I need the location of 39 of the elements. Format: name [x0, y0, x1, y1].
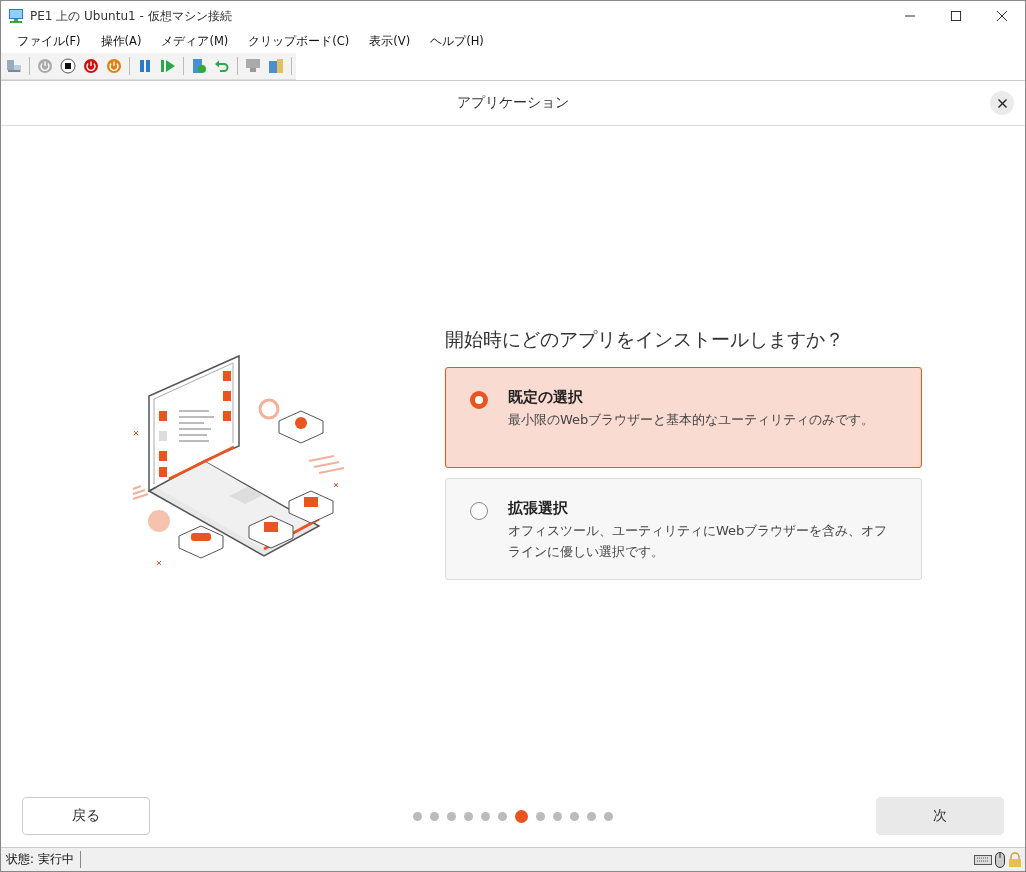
- mouse-icon: [995, 851, 1005, 868]
- computer-icon[interactable]: [6, 58, 22, 74]
- option-card[interactable]: 拡張選択 オフィスツール、ユーティリティにWebブラウザーを含み、オフラインに優しい選択です。: [445, 478, 922, 580]
- radio-button[interactable]: [470, 502, 488, 520]
- option-card[interactable]: 既定の選択 最小限のWebブラウザーと基本的なユーティリティのみです。: [445, 367, 922, 468]
- menu-item[interactable]: ヘルプ(H): [423, 33, 491, 49]
- lock-icon: [1008, 851, 1022, 868]
- dialog-title: アプリケーション: [457, 94, 569, 112]
- stop-icon[interactable]: [60, 58, 76, 74]
- power-icon[interactable]: [37, 58, 53, 74]
- back-button[interactable]: 戻る: [22, 797, 150, 835]
- option-description: 最小限のWebブラウザーと基本的なユーティリティのみです。: [508, 411, 876, 429]
- status-text: 状態: 実行中: [1, 851, 81, 868]
- question-heading: 開始時にどのアプリをインストールしますか？: [445, 327, 845, 352]
- monitor-icon[interactable]: [245, 58, 261, 74]
- menu-item[interactable]: ファイル(F): [10, 33, 88, 49]
- menu-item[interactable]: 表示(V): [362, 33, 418, 49]
- maximize-icon: [951, 11, 961, 21]
- window-title: PE1 上の Ubuntu1 - 仮想マシン接続: [30, 7, 233, 25]
- menu-item[interactable]: メディア(M): [154, 33, 236, 49]
- play-icon[interactable]: [160, 58, 176, 74]
- computer-icon: [8, 8, 24, 24]
- option-title: 既定の選択: [508, 388, 584, 407]
- close-icon: [997, 98, 1007, 108]
- menu-item[interactable]: 操作(A): [93, 33, 149, 49]
- power-icon[interactable]: [83, 58, 99, 74]
- power-icon[interactable]: [106, 58, 122, 74]
- close-icon: [997, 11, 1007, 21]
- keyboard-icon: [974, 854, 992, 865]
- pause-icon[interactable]: [137, 58, 153, 74]
- close-button[interactable]: [990, 91, 1014, 115]
- next-button[interactable]: 次: [876, 797, 1004, 835]
- menu-item[interactable]: クリップボード(C): [241, 33, 357, 49]
- document-icon[interactable]: [191, 58, 207, 74]
- option-description: オフィスツール、ユーティリティにWebブラウザーを含み、オフラインに優しい選択です。: [508, 522, 889, 561]
- server-icon[interactable]: [268, 58, 284, 74]
- option-title: 拡張選択: [508, 499, 569, 518]
- radio-button[interactable]: [470, 391, 488, 409]
- undo-icon[interactable]: [214, 58, 230, 74]
